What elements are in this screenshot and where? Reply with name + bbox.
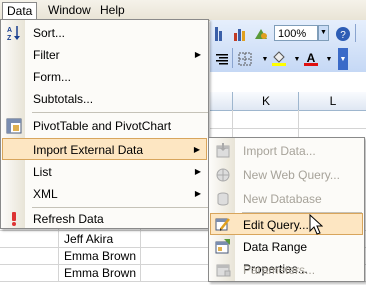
cell-name[interactable]: Jeff Akira xyxy=(64,231,113,247)
mouse-cursor-icon xyxy=(309,214,323,235)
menu-window[interactable]: Window xyxy=(44,2,95,18)
zoom-box[interactable]: 100% xyxy=(274,25,318,41)
toolbar-separator xyxy=(232,48,233,68)
chart-icon[interactable] xyxy=(232,25,250,43)
submenu-item-new-web-query[interactable]: New Web Query... xyxy=(210,164,363,186)
column-headers: K L xyxy=(210,92,366,111)
menu-item-form[interactable]: Form... xyxy=(2,66,207,88)
toolbar-options-icon[interactable]: ▼ xyxy=(338,48,348,70)
import-data-icon xyxy=(215,143,231,159)
gridline xyxy=(58,229,59,282)
svg-text:?: ? xyxy=(340,30,346,41)
menu-item-subtotals[interactable]: Subtotals... xyxy=(2,88,207,110)
column-header-k[interactable]: K xyxy=(232,92,299,110)
formula-area xyxy=(210,72,366,93)
submenu-arrow-icon: ▶ xyxy=(194,50,201,59)
web-query-icon xyxy=(215,167,231,183)
menu-help[interactable]: Help xyxy=(96,2,129,18)
data-range-properties-icon xyxy=(215,239,231,255)
sort-az-icon: AZ xyxy=(6,25,22,41)
parameters-icon xyxy=(215,262,231,278)
import-external-data-submenu: Import Data... New Web Query... New Data… xyxy=(208,137,365,282)
submenu-item-import-data[interactable]: Import Data... xyxy=(210,140,363,162)
menu-item-sort[interactable]: AZ Sort... xyxy=(2,22,207,44)
menu-item-xml[interactable]: XML ▶ xyxy=(2,183,207,205)
data-menu: AZ Sort... Filter ▶ Form... Subtotals...… xyxy=(0,19,209,229)
menu-item-import-external-data[interactable]: Import External Data ▶ xyxy=(2,138,207,160)
menu-item-filter[interactable]: Filter ▶ xyxy=(2,44,207,66)
submenu-item-data-range-properties[interactable]: Data Range Properties... xyxy=(210,236,363,276)
submenu-arrow-icon: ▶ xyxy=(194,189,201,198)
menu-item-refresh-data[interactable]: Refresh Data xyxy=(2,208,207,230)
borders-icon[interactable] xyxy=(236,50,254,68)
gridline xyxy=(140,229,141,282)
menu-bar: Data Window Help xyxy=(0,0,366,21)
gridline xyxy=(210,128,366,129)
menu-separator xyxy=(32,112,208,113)
svg-text:A: A xyxy=(7,27,12,34)
menu-item-list[interactable]: List ▶ xyxy=(2,161,207,183)
submenu-arrow-icon: ▶ xyxy=(193,145,200,154)
submenu-item-new-database-query[interactable]: New Database Query... xyxy=(210,188,363,228)
refresh-icon xyxy=(6,211,22,227)
menu-item-pivottable[interactable]: PivotTable and PivotChart Report xyxy=(2,115,207,155)
toolbar-separator xyxy=(355,24,356,42)
pivottable-icon xyxy=(6,118,22,134)
submenu-item-edit-query[interactable]: Edit Query... xyxy=(210,213,363,235)
drawing-icon[interactable] xyxy=(252,25,270,43)
submenu-item-parameters[interactable]: Parameters... xyxy=(210,259,363,281)
chevron-down-icon[interactable]: ▼ xyxy=(320,50,338,68)
align-right-icon[interactable] xyxy=(212,50,230,68)
edit-query-icon xyxy=(215,216,231,232)
fill-color-icon[interactable] xyxy=(270,50,288,68)
font-color-icon[interactable]: A xyxy=(302,50,320,68)
column-header-l[interactable]: L xyxy=(298,92,366,110)
database-query-icon xyxy=(215,191,231,207)
submenu-arrow-icon: ▶ xyxy=(194,167,201,176)
cell-name[interactable]: Emma Brown xyxy=(64,248,136,264)
toolbar-button[interactable] xyxy=(212,25,230,43)
cell-name[interactable]: Emma Brown xyxy=(64,265,136,281)
svg-text:A: A xyxy=(307,51,316,65)
help-icon[interactable]: ? xyxy=(334,25,352,43)
formatting-toolbar: 100% ▼ ? ▼ ▼ A ▼ ▼ xyxy=(210,20,366,73)
zoom-dropdown-arrow[interactable]: ▼ xyxy=(318,25,329,41)
svg-text:Z: Z xyxy=(7,35,12,41)
